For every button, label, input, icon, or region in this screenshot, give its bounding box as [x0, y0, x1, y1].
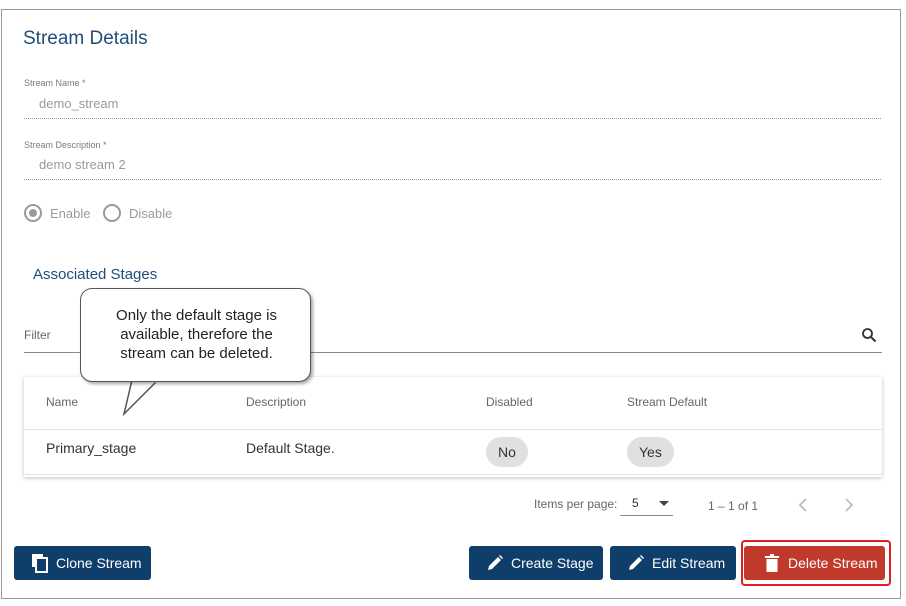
callout-text: Only the default stage is available, the… [81, 306, 312, 363]
column-header-name[interactable]: Name [46, 395, 78, 409]
stream-default-chip: Yes [627, 437, 674, 467]
annotation-callout: Only the default stage is available, the… [80, 288, 311, 382]
column-header-description[interactable]: Description [246, 395, 306, 409]
disable-radio[interactable] [103, 204, 121, 222]
callout-line: Only the default stage is [116, 307, 277, 324]
previous-page-icon[interactable] [796, 497, 810, 513]
page-title: Stream Details [23, 28, 148, 49]
clone-stream-button[interactable]: Clone Stream [14, 546, 151, 580]
stream-name-field[interactable]: demo_stream [39, 96, 118, 111]
delete-stream-button[interactable]: Delete Stream [744, 546, 885, 580]
disable-radio-label[interactable]: Disable [129, 206, 172, 221]
items-per-page-value: 5 [632, 496, 639, 510]
callout-pointer [122, 380, 160, 416]
radio-selected-dot [29, 209, 37, 217]
next-page-icon[interactable] [842, 497, 856, 513]
associated-stages-title: Associated Stages [33, 266, 158, 283]
create-stage-label: Create Stage [511, 555, 594, 571]
items-per-page-select[interactable]: 5 [620, 490, 673, 516]
callout-line: available, therefore the [120, 326, 273, 343]
column-header-stream-default[interactable]: Stream Default [627, 395, 707, 409]
stream-description-label: Stream Description * [24, 140, 107, 150]
delete-stream-label: Delete Stream [788, 555, 878, 571]
pencil-icon [626, 553, 646, 573]
row-divider [24, 474, 882, 475]
stream-description-field[interactable]: demo stream 2 [39, 157, 126, 172]
edit-stream-label: Edit Stream [652, 555, 726, 571]
pencil-icon [485, 553, 505, 573]
filter-input[interactable]: Filter [24, 328, 51, 342]
cell-stage-description: Default Stage. [246, 440, 335, 456]
callout-line: stream can be deleted. [120, 345, 273, 362]
items-per-page-label: Items per page: [534, 497, 618, 511]
stream-description-underline [24, 179, 881, 180]
search-icon[interactable] [861, 327, 877, 343]
cell-stage-name: Primary_stage [46, 440, 137, 456]
disabled-chip: No [486, 437, 528, 467]
caret-down-icon [659, 501, 669, 506]
create-stage-button[interactable]: Create Stage [469, 546, 603, 580]
stream-name-underline [24, 118, 881, 119]
edit-stream-button[interactable]: Edit Stream [610, 546, 736, 580]
stream-name-label: Stream Name * [24, 78, 86, 88]
header-divider [24, 429, 882, 430]
clone-stream-label: Clone Stream [56, 555, 142, 571]
column-header-disabled[interactable]: Disabled [486, 395, 533, 409]
trash-icon [762, 553, 782, 573]
copy-icon [30, 553, 50, 573]
enable-radio[interactable] [24, 204, 42, 222]
pager-range-label: 1 – 1 of 1 [708, 499, 759, 513]
enable-radio-label[interactable]: Enable [50, 206, 90, 221]
